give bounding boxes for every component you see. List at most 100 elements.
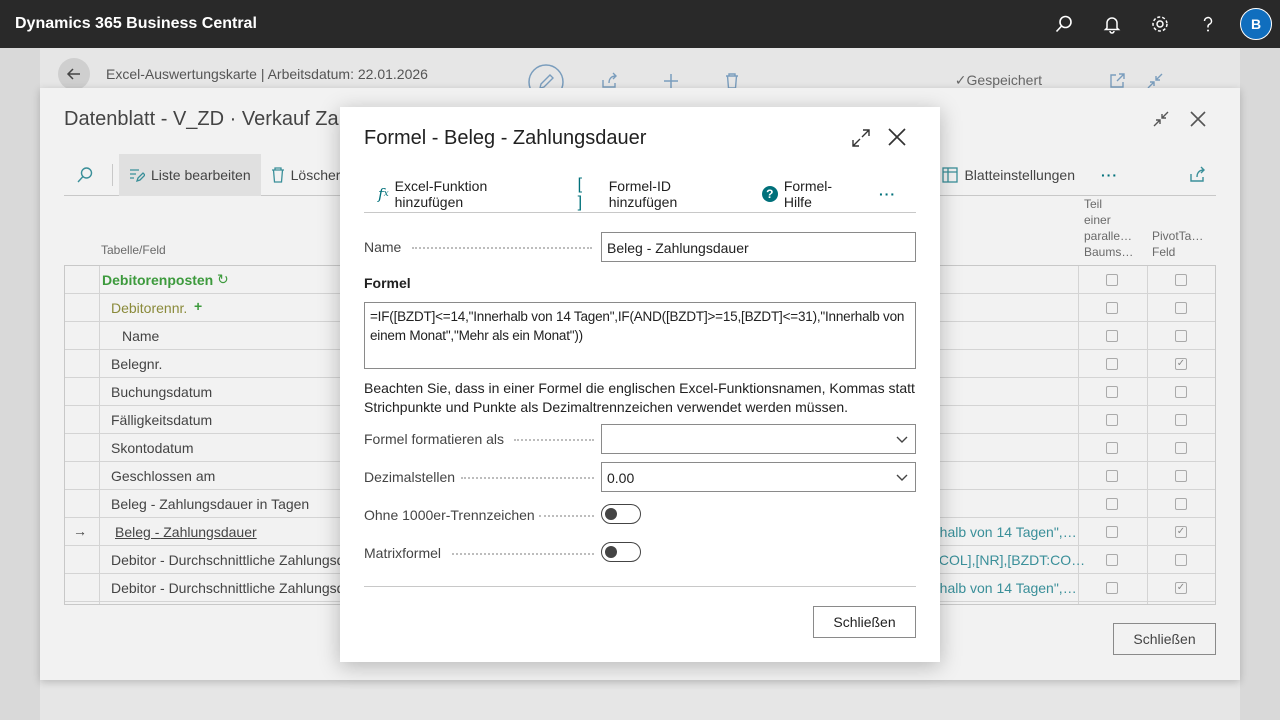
dialog-close-button[interactable]: Schließen	[813, 606, 916, 638]
row-name[interactable]: Belegnr.	[111, 356, 162, 372]
matrix-label: Matrixformel	[364, 545, 442, 561]
collapse-icon[interactable]	[1152, 110, 1170, 131]
format-field-row: Formel formatieren als	[364, 424, 916, 454]
row-formula-value[interactable]: :COL],[NR],[BZDT:CO…	[935, 552, 1085, 568]
help-icon[interactable]	[1184, 0, 1232, 48]
no-thousands-label: Ohne 1000er-Trennzeichen	[364, 507, 535, 523]
leader-dots	[412, 247, 592, 249]
leader-dots	[539, 515, 594, 517]
page-title: Excel-Auswertungskarte | Arbeitsdatum: 2…	[106, 66, 428, 82]
formula-textarea[interactable]: =IF([BZDT]<=14,"Innerhalb von 14 Tagen",…	[364, 302, 916, 369]
share-icon[interactable]	[1178, 154, 1216, 196]
row-name[interactable]: Debitorenposten	[102, 272, 213, 288]
row-name[interactable]: Skontodatum	[111, 440, 194, 456]
edit-list-button[interactable]: Liste bearbeiten	[119, 153, 261, 196]
settings-gear-icon[interactable]	[1136, 0, 1184, 48]
checkbox[interactable]	[1175, 414, 1187, 426]
checkbox-checked[interactable]: ✓	[1175, 526, 1187, 538]
checkbox[interactable]	[1106, 470, 1118, 482]
formula-help-button[interactable]: ? Formel-Hilfe	[761, 178, 859, 210]
dialog-title: Formel - Beleg - Zahlungsdauer	[364, 127, 647, 149]
sheet-settings-button[interactable]: Blatteinstellungen	[932, 154, 1085, 196]
name-field-row: Name Beleg - Zahlungsdauer	[364, 232, 916, 262]
formula-label: Formel	[364, 275, 411, 291]
sheet-close-button[interactable]: Schließen	[1113, 623, 1216, 655]
toggle-knob	[605, 508, 617, 520]
add-formula-id-button[interactable]: [ ] Formel-ID hinzufügen	[578, 176, 742, 212]
checkbox[interactable]	[1106, 498, 1118, 510]
checkbox[interactable]	[1175, 302, 1187, 314]
top-bar: Dynamics 365 Business Central B	[0, 0, 1280, 48]
checkbox[interactable]	[1106, 330, 1118, 342]
close-icon[interactable]	[886, 126, 908, 151]
row-name[interactable]: Geschlossen am	[111, 468, 215, 484]
checkbox[interactable]	[1106, 442, 1118, 454]
refresh-icon[interactable]: ↻	[217, 271, 229, 288]
checkbox[interactable]	[1106, 582, 1118, 594]
checkbox[interactable]	[1175, 470, 1187, 482]
formula-dialog: Formel - Beleg - Zahlungsdauer fx Excel-…	[340, 107, 940, 662]
toolbar-divider	[112, 163, 113, 186]
no-thousands-toggle[interactable]	[601, 504, 641, 524]
checkbox[interactable]	[1175, 330, 1187, 342]
delete-button[interactable]: Löscher	[261, 154, 351, 196]
brackets-icon: [ ]	[577, 175, 587, 211]
expand-icon[interactable]	[850, 127, 872, 152]
checkbox[interactable]	[1175, 386, 1187, 398]
back-button[interactable]	[58, 58, 90, 90]
toggle-knob	[605, 546, 617, 558]
search-icon[interactable]	[1040, 0, 1088, 48]
decimals-field-row: Dezimalstellen 0.00	[364, 462, 916, 492]
row-indicator-arrow-icon: →	[73, 523, 87, 539]
leader-dots	[514, 439, 594, 441]
notification-bell-icon[interactable]	[1088, 0, 1136, 48]
row-name[interactable]: Fälligkeitsdatum	[111, 412, 212, 428]
row-formula-value[interactable]: rhalb von 14 Tagen",…	[935, 580, 1077, 596]
sheet-settings-icon	[942, 167, 959, 183]
checkbox[interactable]	[1175, 554, 1187, 566]
search-icon[interactable]	[64, 154, 106, 196]
function-fx-icon: fx	[378, 184, 389, 203]
more-options-icon[interactable]: ···	[879, 186, 896, 202]
row-name[interactable]: Beleg - Zahlungsdauer in Tagen	[111, 496, 309, 512]
checkbox-checked[interactable]: ✓	[1175, 582, 1187, 594]
checkbox[interactable]	[1175, 498, 1187, 510]
row-formula-value[interactable]: rhalb von 14 Tagen",…	[935, 524, 1077, 540]
column-header-table-field[interactable]: Tabelle/Feld	[101, 242, 166, 258]
row-name[interactable]: Debitor - Durchschnittliche Zahlungsd	[111, 552, 344, 568]
matrix-formula-toggle[interactable]	[601, 542, 641, 562]
dialog-action-bar: fx Excel-Funktion hinzufügen [ ] Formel-…	[364, 175, 916, 213]
app-title[interactable]: Dynamics 365 Business Central	[15, 15, 257, 33]
checkbox[interactable]	[1106, 526, 1118, 538]
close-icon[interactable]	[1188, 109, 1208, 132]
checkbox[interactable]	[1106, 274, 1118, 286]
more-options-icon[interactable]: ···	[1091, 154, 1128, 196]
row-name[interactable]: Name	[122, 328, 159, 344]
row-name[interactable]: Debitorennr.	[111, 300, 187, 316]
format-select[interactable]	[601, 424, 916, 454]
row-name[interactable]: Buchungsdatum	[111, 384, 212, 400]
checkbox[interactable]	[1106, 302, 1118, 314]
checkbox[interactable]	[1106, 554, 1118, 566]
name-input[interactable]: Beleg - Zahlungsdauer	[601, 232, 916, 262]
sheet-title: Datenblatt - V_ZD · Verkauf Za	[64, 108, 339, 130]
row-name[interactable]: Beleg - Zahlungsdauer	[115, 524, 257, 540]
chevron-down-icon	[895, 432, 909, 449]
name-label: Name	[364, 239, 402, 255]
checkbox[interactable]	[1175, 442, 1187, 454]
checkbox[interactable]	[1106, 414, 1118, 426]
checkbox-checked[interactable]: ✓	[1175, 358, 1187, 370]
decimals-select[interactable]: 0.00	[601, 462, 916, 492]
user-avatar[interactable]: B	[1240, 8, 1272, 40]
add-icon[interactable]: +	[194, 298, 202, 314]
format-label: Formel formatieren als	[364, 431, 505, 447]
column-header-pivot-field[interactable]: PivotTa… Feld	[1152, 228, 1203, 260]
checkbox[interactable]	[1175, 274, 1187, 286]
column-header-parallel-tree[interactable]: Teil einer paralle… Baums…	[1084, 196, 1133, 260]
no-thousands-separator-row: Ohne 1000er-Trennzeichen	[364, 500, 916, 530]
checkbox[interactable]	[1106, 386, 1118, 398]
leader-dots	[461, 477, 594, 479]
row-name[interactable]: Debitor - Durchschnittliche Zahlungsd	[111, 580, 344, 596]
checkbox[interactable]	[1106, 358, 1118, 370]
add-excel-function-button[interactable]: fx Excel-Funktion hinzufügen	[378, 178, 558, 210]
